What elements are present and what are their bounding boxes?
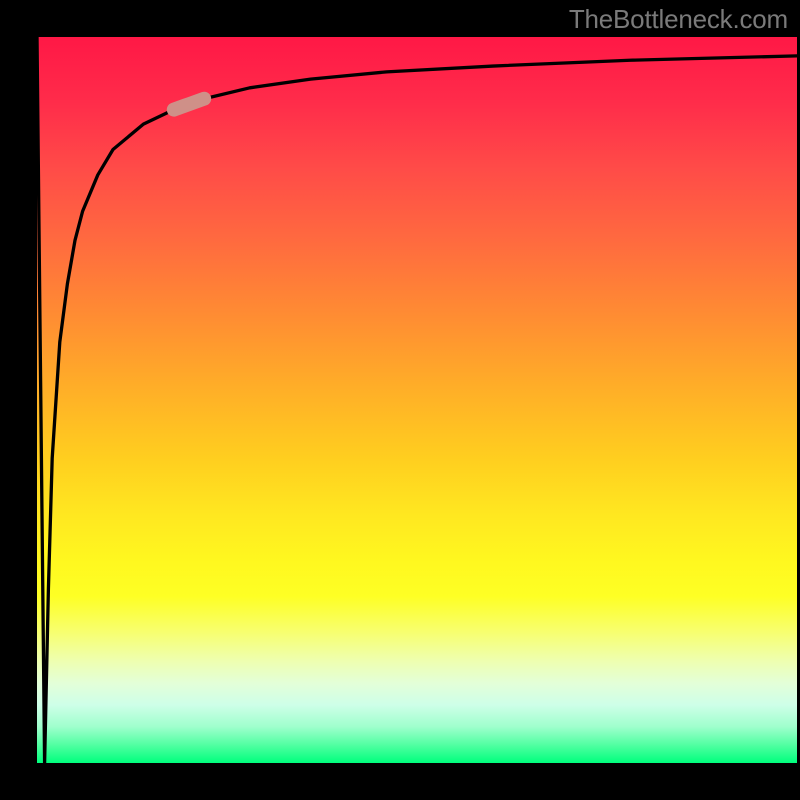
chart-stage: TheBottleneck.com xyxy=(0,0,800,800)
chart-line-layer xyxy=(37,37,797,763)
bottleneck-curve-path xyxy=(37,37,797,763)
attribution-text: TheBottleneck.com xyxy=(569,4,788,35)
curve-marker xyxy=(174,99,204,110)
